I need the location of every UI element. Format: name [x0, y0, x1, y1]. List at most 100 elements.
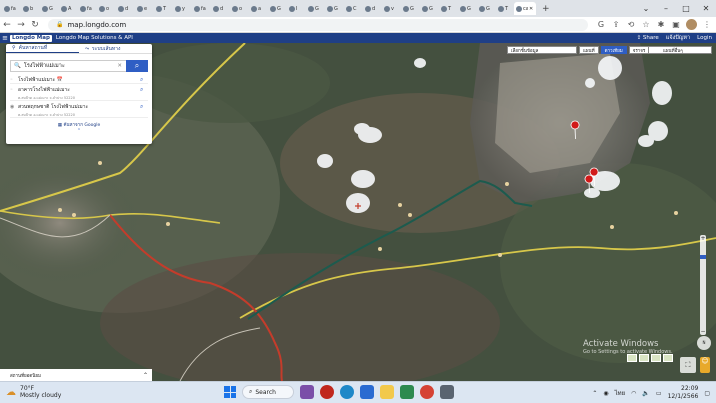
browser-tab[interactable]: fa — [77, 2, 95, 15]
bookmark-star-icon[interactable]: ☆ — [641, 20, 651, 29]
profile-avatar[interactable] — [686, 19, 697, 30]
satellite-map-button[interactable]: ดาวเทียม — [600, 46, 627, 54]
result-item[interactable]: ◉ สวนพฤกษชาติ โรงไฟฟ้าแม่เมาะ ต.สบป้าด อ… — [10, 101, 148, 118]
browser-tab[interactable]: o — [229, 2, 247, 15]
google-lens-icon[interactable]: G — [596, 20, 606, 29]
clock[interactable]: 22:09 12/1/2566 — [668, 385, 699, 401]
traffic-button[interactable]: จราจร — [628, 46, 650, 54]
result-item[interactable]: ◦ อาคารโรงไฟฟ้าแม่เมาะ ต.สบป้าด อ.แม่เมา… — [10, 84, 148, 101]
zoom-out-button[interactable]: − — [700, 328, 706, 335]
search-input[interactable]: 🔍 โรงไฟฟ้าแม่เมาะ ✕ — [10, 60, 126, 72]
search-button[interactable]: ⌕ — [126, 60, 148, 72]
browser-tab[interactable]: G — [457, 2, 475, 15]
normal-map-button[interactable]: แผนที่ — [579, 46, 599, 54]
pegman-icon[interactable]: ☺ — [700, 357, 710, 373]
login-link[interactable]: Login — [697, 35, 712, 41]
close-window-button[interactable]: ✕ — [696, 0, 716, 17]
browser-tab[interactable]: fa — [191, 2, 209, 15]
result-search-icon[interactable]: ⌕ — [140, 76, 148, 84]
layer-select[interactable]: เลือกชั้นข้อมูล — [507, 46, 577, 54]
minimap-thumb[interactable] — [627, 354, 637, 362]
browser-tab[interactable]: G — [39, 2, 57, 15]
compass-icon[interactable]: N — [697, 336, 711, 350]
forward-icon[interactable]: → — [14, 20, 28, 30]
app-icon[interactable] — [440, 385, 454, 399]
browser-tab[interactable]: o — [96, 2, 114, 15]
menu-dots-icon[interactable]: ⋮ — [702, 20, 712, 29]
tray-app-icon[interactable]: ◉ — [603, 390, 608, 397]
zoom-in-button[interactable]: + — [700, 235, 706, 242]
browser-tab[interactable]: y — [172, 2, 190, 15]
extensions-icon[interactable]: ✱ — [656, 20, 666, 29]
browser-tab[interactable]: A — [58, 2, 76, 15]
minimap-thumb[interactable] — [639, 354, 649, 362]
google-search-link[interactable]: ▦ ค้นหาจาก Google — [6, 121, 152, 128]
url-input[interactable]: 🔒 map.longdo.com — [48, 18, 588, 31]
chrome-icon[interactable] — [420, 385, 434, 399]
hamburger-menu-icon[interactable]: ≡ — [0, 34, 10, 42]
sidepanel-icon[interactable]: ▣ — [671, 20, 681, 29]
browser-tab[interactable]: G — [267, 2, 285, 15]
browser-tab[interactable]: G — [400, 2, 418, 15]
teams-icon[interactable] — [300, 385, 314, 399]
browser-tab[interactable]: G — [324, 2, 342, 15]
browser-tab[interactable]: b — [20, 2, 38, 15]
zoom-slider-handle[interactable] — [700, 255, 706, 259]
result-item[interactable]: ◦ โรงไฟฟ้าแม่เมาะ 📅 ⌕ — [10, 74, 148, 84]
maximize-button[interactable]: □ — [676, 0, 696, 17]
close-tab-icon[interactable]: ✕ — [529, 6, 534, 12]
browser-tab[interactable]: G — [476, 2, 494, 15]
new-tab-button[interactable]: + — [542, 4, 550, 14]
opera-icon[interactable] — [320, 385, 334, 399]
clear-icon[interactable]: ✕ — [117, 63, 122, 69]
taskbar-search[interactable]: ⌕ Search — [242, 385, 294, 399]
share-link[interactable]: ⇪ Share — [637, 35, 659, 41]
browser-tab[interactable]: d — [362, 2, 380, 15]
browser-tab[interactable]: I — [286, 2, 304, 15]
result-search-icon[interactable]: ⌕ — [140, 103, 148, 111]
browser-tab[interactable]: ca ✕ — [514, 2, 536, 15]
browser-tab[interactable]: G — [419, 2, 437, 15]
store-icon[interactable] — [360, 385, 374, 399]
browser-tab[interactable]: G — [305, 2, 323, 15]
longdo-logo[interactable]: Longdo Map — [10, 34, 52, 42]
browser-tab[interactable]: C — [343, 2, 361, 15]
browser-tab[interactable]: d — [210, 2, 228, 15]
other-maps-select[interactable]: แผนที่อื่นๆ — [648, 46, 712, 54]
reload-icon[interactable]: ↻ — [28, 20, 42, 30]
minimap-thumb[interactable] — [651, 354, 661, 362]
excel-icon[interactable] — [400, 385, 414, 399]
browser-tab[interactable]: T — [495, 2, 513, 15]
tab-route[interactable]: ⤳ ระบบเส้นทาง — [79, 44, 152, 53]
browser-tab[interactable]: v — [381, 2, 399, 15]
windows-start-icon[interactable] — [224, 386, 236, 398]
share-icon[interactable]: ⇪ — [611, 20, 621, 29]
edge-icon[interactable] — [340, 385, 354, 399]
minimap-thumb[interactable] — [663, 354, 673, 362]
browser-tab[interactable]: d — [115, 2, 133, 15]
lock-icon[interactable]: 🔒 — [56, 21, 63, 28]
browser-tab[interactable]: e — [134, 2, 152, 15]
weather-widget[interactable]: ☁ 70°F Mostly cloudy — [6, 385, 61, 399]
browser-tab[interactable]: T — [438, 2, 456, 15]
chevron-down-icon[interactable]: ⌄ — [636, 0, 656, 17]
notification-icon[interactable]: ▢ — [704, 390, 710, 397]
translate-icon[interactable]: ⟲ — [626, 20, 636, 29]
minimize-button[interactable]: – — [656, 0, 676, 17]
browser-tab[interactable]: a — [248, 2, 266, 15]
language-indicator[interactable]: ไทย — [615, 388, 626, 398]
result-search-icon[interactable]: ⌕ — [140, 86, 148, 94]
header-title[interactable]: Longdo Map Solutions & API — [56, 35, 133, 41]
report-problem-link[interactable]: แจ้งปัญหา — [666, 34, 690, 42]
battery-icon[interactable]: ▭ — [656, 390, 662, 397]
volume-icon[interactable]: 🔈 — [642, 390, 649, 397]
expand-up-icon[interactable]: ⌃ — [143, 372, 148, 379]
zoom-control[interactable]: + − — [700, 235, 706, 335]
collapse-panel-icon[interactable]: ⌃ — [6, 128, 152, 134]
back-icon[interactable]: ← — [0, 20, 14, 30]
file-explorer-icon[interactable] — [380, 385, 394, 399]
tab-search-place[interactable]: ⚲ ค้นหาสถานที่ — [6, 44, 79, 53]
chevron-up-icon[interactable]: ⌃ — [592, 390, 597, 397]
popular-places-bar[interactable]: สถานที่ยอดนิยม ⌃ — [0, 369, 152, 381]
map-mode-icon[interactable]: ⛶ — [680, 357, 696, 373]
